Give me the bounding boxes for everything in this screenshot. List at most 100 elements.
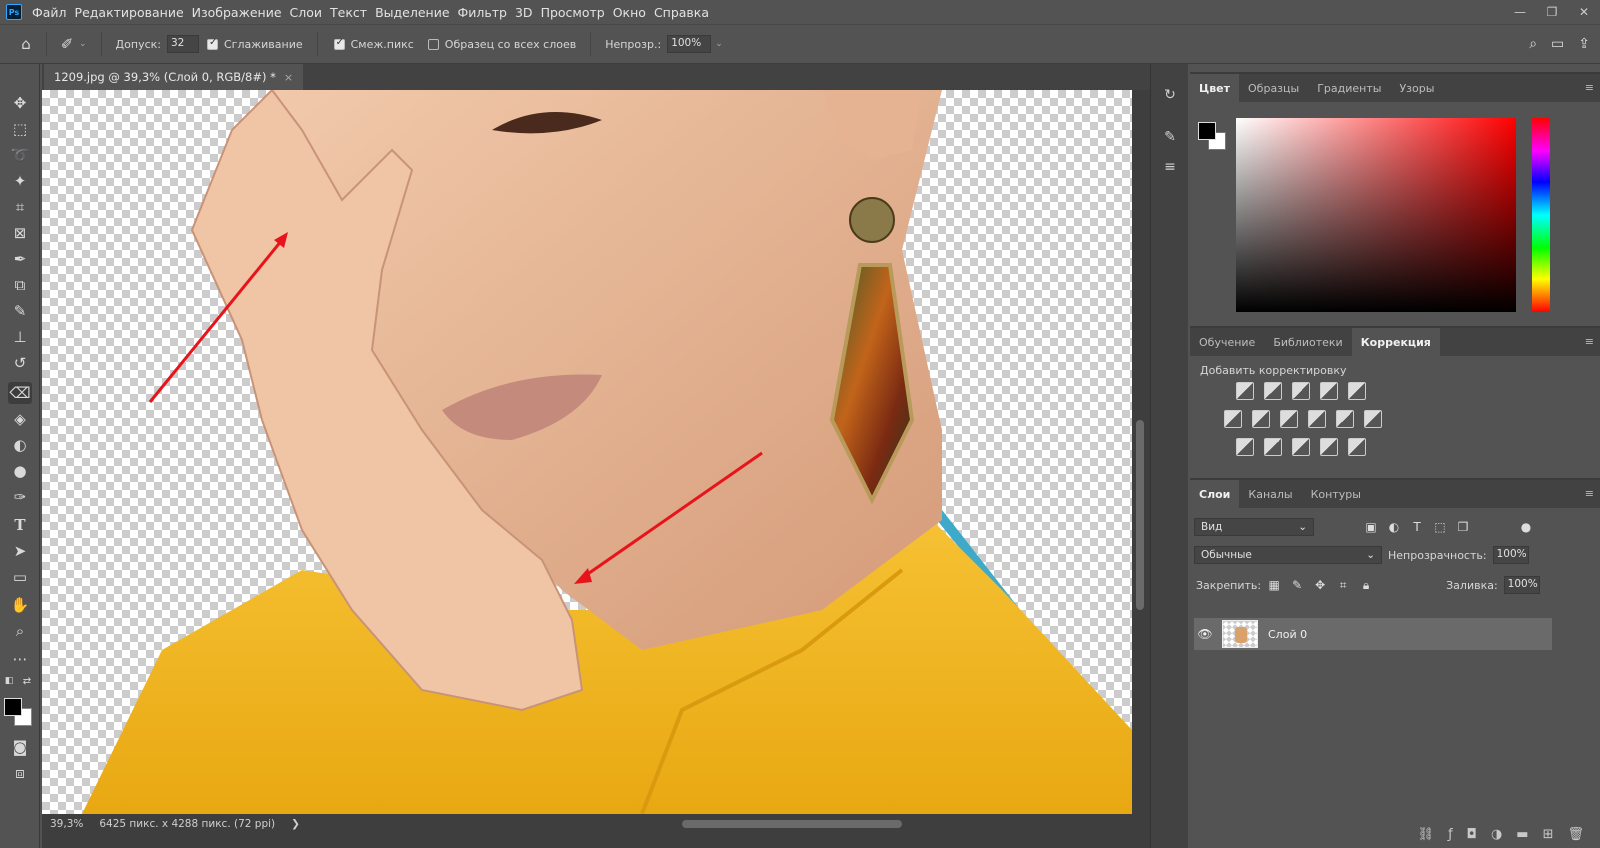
menu-help[interactable]: Справка xyxy=(654,5,717,20)
filter-pixel-icon[interactable]: ▣ xyxy=(1364,520,1378,534)
new-group-icon[interactable]: ▬ xyxy=(1516,827,1528,842)
posterize-icon[interactable] xyxy=(1264,438,1282,456)
minimize-icon[interactable]: — xyxy=(1504,0,1536,24)
menu-layers[interactable]: Слои xyxy=(290,5,331,20)
type-tool-icon[interactable]: T xyxy=(8,514,32,536)
menu-edit[interactable]: Редактирование xyxy=(75,5,192,20)
document-tab[interactable]: 1209.jpg @ 39,3% (Слой 0, RGB/8#) * × xyxy=(44,64,304,90)
magic-wand-tool-icon[interactable]: ✦ xyxy=(8,170,32,192)
new-adjustment-layer-icon[interactable]: ◑ xyxy=(1491,827,1502,842)
filter-adjustment-icon[interactable]: ◐ xyxy=(1387,520,1401,534)
vertical-scrollbar[interactable] xyxy=(1132,90,1150,814)
blur-tool-icon[interactable]: ◐ xyxy=(8,434,32,456)
frame-tool-icon[interactable]: ⊠ xyxy=(8,222,32,244)
menu-3d[interactable]: 3D xyxy=(515,5,541,20)
panel-menu-icon[interactable]: ≡ xyxy=(1585,487,1594,500)
sample-all-layers-checkbox[interactable] xyxy=(427,38,439,50)
layer-filter-select[interactable]: Вид ⌄ xyxy=(1194,518,1314,536)
color-lookup-icon[interactable] xyxy=(1364,410,1382,428)
brush-tool-icon[interactable]: ✎ xyxy=(8,300,32,322)
swap-colors-icon[interactable]: ⇄ xyxy=(20,674,34,688)
healing-brush-tool-icon[interactable]: ⧉ xyxy=(8,274,32,296)
tab-adjustments[interactable]: Коррекция xyxy=(1351,328,1440,356)
quick-mask-icon[interactable]: ◙ xyxy=(8,736,32,758)
link-layers-icon[interactable]: ⛓ xyxy=(1418,827,1435,842)
close-window-icon[interactable]: ✕ xyxy=(1568,0,1600,24)
lock-position-icon[interactable]: ✥ xyxy=(1313,578,1327,592)
magic-eraser-icon[interactable]: ✐ xyxy=(55,33,79,55)
fx-icon[interactable]: ƒ xyxy=(1448,827,1453,842)
menu-window[interactable]: Окно xyxy=(613,5,654,20)
eraser-tool-icon[interactable]: ⌫ xyxy=(8,382,32,404)
default-colors-icon[interactable]: ◧ xyxy=(2,674,16,688)
restore-icon[interactable]: ❐ xyxy=(1536,0,1568,24)
history-brush-tool-icon[interactable]: ↺ xyxy=(8,352,32,374)
lasso-tool-icon[interactable]: ➰ xyxy=(8,144,32,166)
horizontal-scrollbar-thumb[interactable] xyxy=(682,820,902,828)
filter-type-icon[interactable]: T xyxy=(1410,520,1424,534)
vertical-scrollbar-thumb[interactable] xyxy=(1136,420,1144,610)
tab-gradients[interactable]: Градиенты xyxy=(1308,74,1390,102)
threshold-icon[interactable] xyxy=(1292,438,1310,456)
tab-patterns[interactable]: Узоры xyxy=(1390,74,1443,102)
tab-layers[interactable]: Слои xyxy=(1190,480,1240,508)
zoom-level[interactable]: 39,3% xyxy=(50,818,83,830)
color-panel-fg-swatch[interactable] xyxy=(1198,122,1216,140)
share-icon[interactable]: ⇪ xyxy=(1578,36,1590,52)
history-panel-icon[interactable]: ↻ xyxy=(1159,84,1181,106)
foreground-color-swatch[interactable] xyxy=(4,698,22,716)
layer-name[interactable]: Слой 0 xyxy=(1268,628,1307,641)
add-mask-icon[interactable]: ◘ xyxy=(1467,827,1477,842)
hue-saturation-icon[interactable] xyxy=(1224,410,1242,428)
layer-opacity-input[interactable]: 100% xyxy=(1492,546,1529,564)
filter-smart-object-icon[interactable]: ❐ xyxy=(1456,520,1470,534)
layer-row[interactable]: 👁︎ Слой 0 xyxy=(1194,618,1552,650)
paint-bucket-tool-icon[interactable]: ◈ xyxy=(8,408,32,430)
chevron-down-icon[interactable]: ⌄ xyxy=(79,39,87,49)
panel-menu-icon[interactable]: ≡ xyxy=(1585,335,1594,348)
gradient-map-icon[interactable] xyxy=(1348,438,1366,456)
filter-toggle-icon[interactable]: ● xyxy=(1519,520,1533,534)
eyedropper-tool-icon[interactable]: ✒ xyxy=(8,248,32,270)
menu-filter[interactable]: Фильтр xyxy=(458,5,515,20)
color-picker-field[interactable] xyxy=(1236,118,1516,312)
eye-icon[interactable]: 👁︎ xyxy=(1194,627,1216,641)
search-icon[interactable]: ⌕ xyxy=(1529,36,1537,52)
marquee-tool-icon[interactable]: ⬚ xyxy=(8,118,32,140)
levels-icon[interactable] xyxy=(1264,382,1282,400)
tab-swatches[interactable]: Образцы xyxy=(1239,74,1308,102)
menu-select[interactable]: Выделение xyxy=(375,5,457,20)
home-icon[interactable]: ⌂ xyxy=(14,33,38,55)
photo-filter-icon[interactable] xyxy=(1308,410,1326,428)
chevron-down-icon[interactable]: ⌄ xyxy=(715,39,723,49)
vibrance-icon[interactable] xyxy=(1348,382,1366,400)
menu-view[interactable]: Просмотр xyxy=(541,5,613,20)
brush-settings-icon[interactable]: ✎ xyxy=(1159,126,1181,148)
menu-file[interactable]: Файл xyxy=(32,5,75,20)
path-selection-tool-icon[interactable]: ➤ xyxy=(8,540,32,562)
lock-artboard-icon[interactable]: ⌗ xyxy=(1336,578,1350,592)
selective-color-icon[interactable] xyxy=(1320,438,1338,456)
invert-icon[interactable] xyxy=(1236,438,1254,456)
screen-mode-icon[interactable]: ⧈ xyxy=(8,762,32,784)
zoom-tool-icon[interactable]: ⌕ xyxy=(8,620,32,642)
document-canvas[interactable] xyxy=(42,90,1132,814)
new-layer-icon[interactable]: ⊞ xyxy=(1543,827,1554,842)
move-tool-icon[interactable]: ✥ xyxy=(8,92,32,114)
stamp-tool-icon[interactable]: ⊥ xyxy=(8,326,32,348)
status-menu-arrow[interactable]: ❯ xyxy=(291,818,300,830)
color-balance-icon[interactable] xyxy=(1252,410,1270,428)
crop-tool-icon[interactable]: ⌗ xyxy=(8,196,32,218)
lock-pixels-icon[interactable]: ✎ xyxy=(1290,578,1304,592)
channel-mixer-icon[interactable] xyxy=(1336,410,1354,428)
antialias-checkbox[interactable] xyxy=(206,37,218,50)
curves-icon[interactable] xyxy=(1292,382,1310,400)
tab-paths[interactable]: Контуры xyxy=(1302,480,1370,508)
trash-icon[interactable]: 🗑︎ xyxy=(1567,827,1584,842)
black-white-icon[interactable] xyxy=(1280,410,1298,428)
blend-mode-select[interactable]: Обычные ⌄ xyxy=(1194,546,1382,564)
panel-menu-icon[interactable]: ≡ xyxy=(1585,81,1594,94)
more-tools-icon[interactable]: ⋯ xyxy=(8,648,32,670)
pen-tool-icon[interactable]: ✑ xyxy=(8,486,32,508)
tolerance-input[interactable]: 32 xyxy=(166,35,199,53)
